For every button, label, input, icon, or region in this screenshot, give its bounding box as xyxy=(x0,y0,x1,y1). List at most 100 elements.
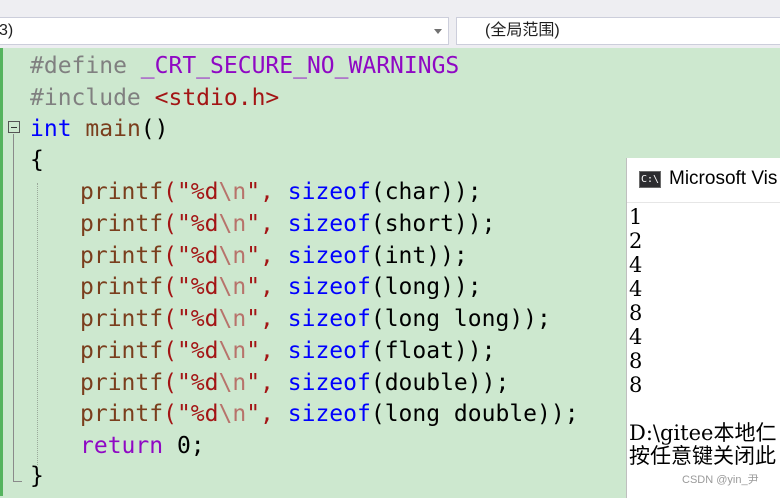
string-open: (" xyxy=(163,211,191,237)
console-title-bar[interactable]: C:\ Microsoft Vis xyxy=(627,158,780,203)
navigation-bar: 3) (全局范围) xyxy=(0,0,780,48)
type-keyword: int xyxy=(30,116,72,142)
format-spec: %d xyxy=(190,179,219,205)
format-spec: %d xyxy=(190,370,219,396)
parens: () xyxy=(140,116,169,142)
string-close: ", xyxy=(246,211,288,237)
open-brace: { xyxy=(30,147,44,173)
code-line-printf[interactable]: printf("%d\n", sizeof(long)); xyxy=(80,272,482,302)
scope-dropdown[interactable]: 3) xyxy=(0,17,449,45)
string-open: (" xyxy=(163,401,191,427)
return-value: 0; xyxy=(163,433,205,459)
code-line-printf[interactable]: printf("%d\n", sizeof(double)); xyxy=(80,368,509,398)
console-output-line: 1 xyxy=(629,205,643,229)
indent-guide xyxy=(37,183,38,465)
string-open: (" xyxy=(163,370,191,396)
printf-call: printf xyxy=(80,179,164,205)
collapse-icon[interactable] xyxy=(8,121,20,133)
code-line-main[interactable]: int main() xyxy=(30,114,169,144)
string-open: (" xyxy=(163,243,191,269)
fold-guide-end xyxy=(13,481,22,482)
sizeof-arg: (long)); xyxy=(370,274,482,300)
return-keyword: return xyxy=(80,433,164,459)
preprocessor-directive: #include xyxy=(30,85,141,111)
console-output-line: 4 xyxy=(629,253,643,277)
code-line-printf[interactable]: printf("%d\n", sizeof(char)); xyxy=(80,177,482,207)
sizeof-keyword: sizeof xyxy=(287,274,371,300)
escape-seq: \n xyxy=(218,401,247,427)
string-close: ", xyxy=(246,370,288,396)
member-dropdown-value: (全局范围) xyxy=(485,22,560,39)
printf-call: printf xyxy=(80,370,164,396)
code-line-printf[interactable]: printf("%d\n", sizeof(float)); xyxy=(80,336,495,366)
string-close: ", xyxy=(246,338,288,364)
escape-seq: \n xyxy=(218,179,247,205)
sizeof-arg: (char)); xyxy=(370,179,482,205)
escape-seq: \n xyxy=(218,211,247,237)
sizeof-keyword: sizeof xyxy=(287,401,371,427)
console-output-line: 8 xyxy=(629,349,643,373)
member-dropdown[interactable]: (全局范围) xyxy=(456,17,780,45)
sizeof-arg: (long double)); xyxy=(370,401,579,427)
console-window[interactable]: C:\ Microsoft Vis 1 2 4 4 8 4 8 8 D:\git… xyxy=(626,158,780,498)
printf-call: printf xyxy=(80,338,164,364)
string-close: ", xyxy=(246,179,288,205)
printf-call: printf xyxy=(80,274,164,300)
code-line-return[interactable]: return 0; xyxy=(80,431,205,461)
code-line-printf[interactable]: printf("%d\n", sizeof(long long)); xyxy=(80,304,551,334)
sizeof-arg: (float)); xyxy=(370,338,496,364)
string-open: (" xyxy=(163,274,191,300)
code-line-include[interactable]: #include <stdio.h> xyxy=(30,83,279,113)
code-line-printf[interactable]: printf("%d\n", sizeof(short)); xyxy=(80,209,495,239)
printf-call: printf xyxy=(80,306,164,332)
console-output-line: 8 xyxy=(629,301,643,325)
printf-call: printf xyxy=(80,401,164,427)
format-spec: %d xyxy=(190,338,219,364)
code-line-close-brace[interactable]: } xyxy=(30,461,44,491)
change-tracking-bar xyxy=(0,48,3,496)
escape-seq: \n xyxy=(218,274,247,300)
fold-guide xyxy=(13,134,14,482)
printf-call: printf xyxy=(80,211,164,237)
sizeof-arg: (short)); xyxy=(370,211,496,237)
sizeof-arg: (int)); xyxy=(370,243,468,269)
format-spec: %d xyxy=(190,401,219,427)
sizeof-arg: (long long)); xyxy=(370,306,551,332)
sizeof-keyword: sizeof xyxy=(287,243,371,269)
sizeof-arg: (double)); xyxy=(370,370,510,396)
escape-seq: \n xyxy=(218,243,247,269)
sizeof-keyword: sizeof xyxy=(287,338,371,364)
console-prompt-line: 按任意键关闭此 xyxy=(629,444,776,468)
console-output-line: 2 xyxy=(629,229,643,253)
escape-seq: \n xyxy=(218,370,247,396)
chevron-down-icon[interactable] xyxy=(434,29,442,34)
sizeof-keyword: sizeof xyxy=(287,179,371,205)
string-open: (" xyxy=(163,338,191,364)
format-spec: %d xyxy=(190,211,219,237)
sizeof-keyword: sizeof xyxy=(287,211,371,237)
console-title: Microsoft Vis xyxy=(669,168,778,189)
function-name: main xyxy=(85,116,141,142)
printf-call: printf xyxy=(80,243,164,269)
string-close: ", xyxy=(246,306,288,332)
string-close: ", xyxy=(246,401,288,427)
format-spec: %d xyxy=(190,306,219,332)
watermark: CSDN @yin_尹 xyxy=(682,474,759,486)
include-header: <stdio.h> xyxy=(154,85,280,111)
string-close: ", xyxy=(246,274,288,300)
console-output-line: 4 xyxy=(629,325,643,349)
code-line-printf[interactable]: printf("%d\n", sizeof(long double)); xyxy=(80,399,579,429)
format-spec: %d xyxy=(190,274,219,300)
code-line-define[interactable]: #define _CRT_SECURE_NO_WARNINGS xyxy=(30,51,459,81)
string-open: (" xyxy=(163,306,191,332)
console-output-line: 4 xyxy=(629,277,643,301)
code-line-printf[interactable]: printf("%d\n", sizeof(int)); xyxy=(80,241,468,271)
code-line-open-brace[interactable]: { xyxy=(30,145,44,175)
string-open: (" xyxy=(163,179,191,205)
escape-seq: \n xyxy=(218,306,247,332)
console-path-line: D:\gitee本地仁 xyxy=(629,421,777,445)
string-close: ", xyxy=(246,243,288,269)
macro-name: _CRT_SECURE_NO_WARNINGS xyxy=(140,53,460,79)
sizeof-keyword: sizeof xyxy=(287,306,371,332)
escape-seq: \n xyxy=(218,338,247,364)
